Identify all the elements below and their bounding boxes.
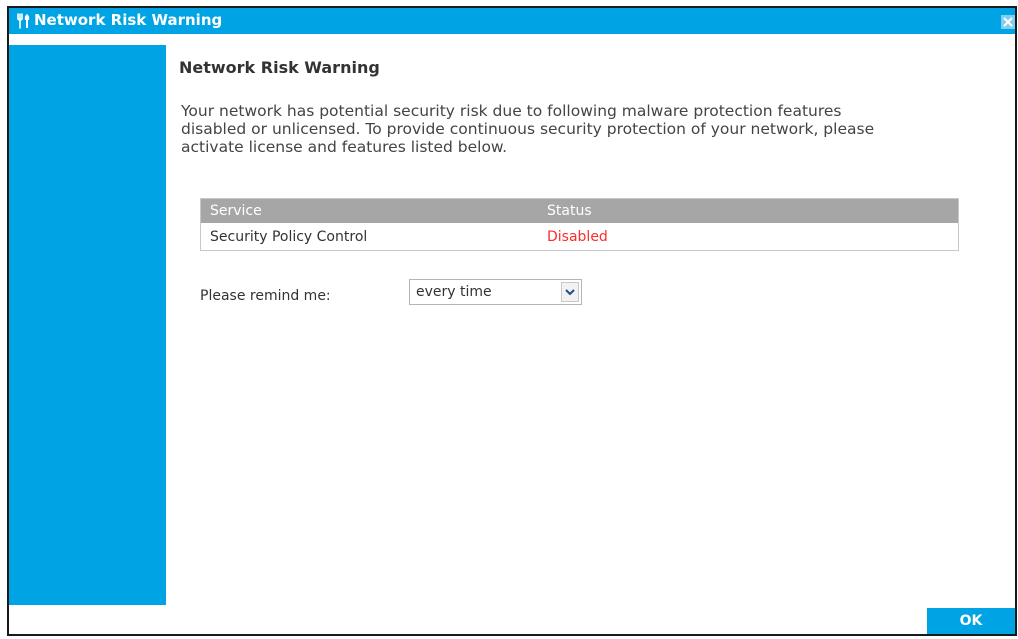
warning-message-line: activate license and features listed bel…: [181, 138, 508, 156]
chevron-down-icon[interactable]: [561, 282, 579, 302]
column-header-service[interactable]: Service: [210, 203, 262, 219]
service-table: Service Status Security Policy Control D…: [200, 198, 959, 251]
service-name: Security Policy Control: [210, 229, 368, 245]
network-risk-warning-dialog: Network Risk Warning Network Risk Warnin…: [7, 6, 1017, 636]
remind-frequency-select[interactable]: every time: [409, 279, 582, 305]
table-row[interactable]: Security Policy Control Disabled: [201, 223, 958, 250]
window-title: Network Risk Warning: [34, 11, 223, 29]
tools-icon: [15, 13, 31, 29]
warning-message-line: Your network has potential security risk…: [181, 102, 842, 120]
page-title: Network Risk Warning: [179, 58, 380, 77]
column-header-status[interactable]: Status: [547, 203, 592, 219]
close-icon[interactable]: [1001, 14, 1015, 29]
table-header: Service Status: [201, 199, 958, 223]
remind-selected-value: every time: [416, 284, 492, 300]
ok-button[interactable]: OK: [927, 608, 1015, 634]
warning-message-line: disabled or unlicensed. To provide conti…: [181, 120, 875, 138]
title-bar[interactable]: Network Risk Warning: [9, 8, 1015, 34]
warning-message: Your network has potential security risk…: [181, 102, 1015, 156]
side-panel: [9, 45, 166, 605]
status-badge: Disabled: [547, 229, 608, 245]
remind-label: Please remind me:: [200, 288, 331, 304]
